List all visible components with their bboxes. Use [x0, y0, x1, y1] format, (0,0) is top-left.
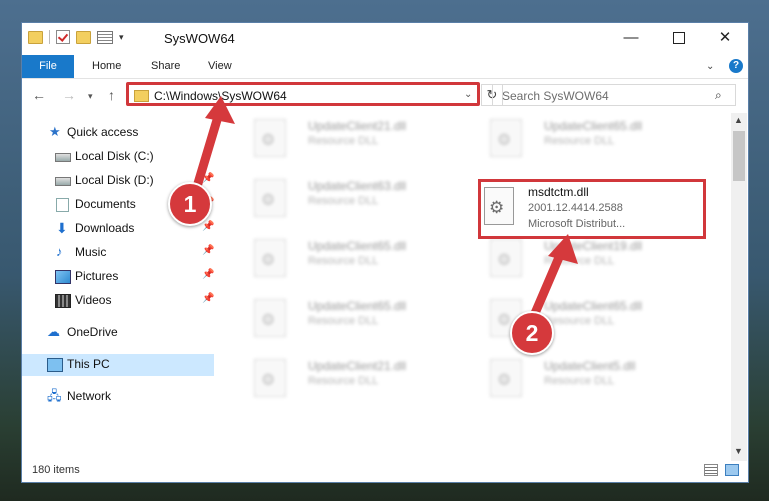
arrowhead-address-bar: [205, 96, 235, 124]
step-2-badge: 2: [510, 311, 554, 355]
arrow-to-address-bar: [191, 105, 225, 195]
step-1-badge: 1: [168, 182, 212, 226]
annotation-arrows: [191, 96, 578, 323]
arrowhead-file: [548, 234, 578, 264]
